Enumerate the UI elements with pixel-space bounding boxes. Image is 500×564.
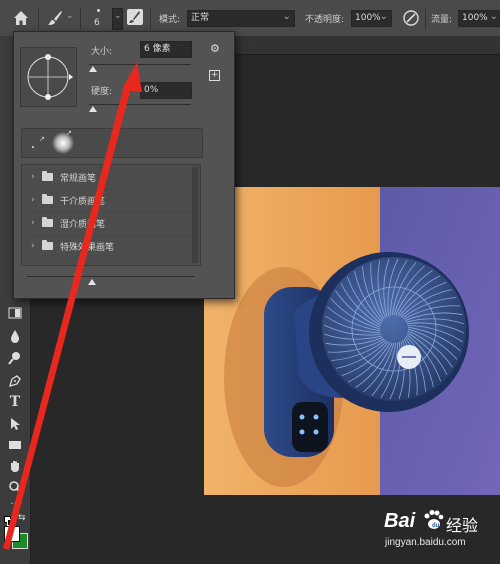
canvas-image <box>204 187 500 495</box>
folder-icon <box>42 194 53 204</box>
folder-label: 特殊效果画笔 <box>60 243 115 253</box>
path-selection-tool-icon[interactable] <box>7 417 23 433</box>
mode-select-value: 正常 <box>191 13 210 23</box>
folder-list-scrollbar[interactable] <box>192 167 198 263</box>
zoom-tool-icon[interactable] <box>7 480 23 496</box>
pen-tool-icon[interactable] <box>7 374 23 390</box>
more-tools-icon[interactable]: ··· <box>7 497 23 513</box>
hand-tool-icon[interactable] <box>7 459 23 475</box>
home-icon[interactable] <box>12 9 30 27</box>
recent-brushes-strip: ↗ ↗ <box>21 128 203 158</box>
folder-icon <box>42 240 53 250</box>
brush-folder-item[interactable]: › 常规画笔 <box>29 167 194 190</box>
blur-tool-icon[interactable] <box>7 329 23 345</box>
recent-brush-hard[interactable]: ↗ <box>28 135 46 153</box>
brush-tool-icon[interactable] <box>46 9 64 27</box>
brush-preset-panel: 大小: 6 像素 ⚙ + 硬度: 0% ↗ ↗ › 常规画笔 › 干介质画笔 › <box>13 31 235 299</box>
brush-folder-item[interactable]: › 湿介质画笔 <box>29 213 194 236</box>
rectangle-tool-icon[interactable] <box>7 438 23 454</box>
pressure-opacity-icon[interactable] <box>402 9 420 27</box>
chevron-right-icon[interactable]: › <box>31 172 35 182</box>
preview-size-slider-track[interactable] <box>27 276 195 277</box>
toggle-brush-settings-icon[interactable] <box>127 9 143 25</box>
brush-tip-preview <box>97 9 100 12</box>
hardness-value: 0% <box>144 85 159 95</box>
paw-icon: du <box>422 509 444 531</box>
mode-select[interactable]: 正常 <box>187 9 295 27</box>
chevron-right-icon[interactable]: › <box>31 195 35 205</box>
brush-folder-list: › 常规画笔 › 干介质画笔 › 湿介质画笔 › 特殊效果画笔 <box>21 164 201 266</box>
opacity-field[interactable]: 100% <box>351 9 392 27</box>
folder-label: 干介质画笔 <box>60 197 106 207</box>
folder-icon <box>42 171 53 181</box>
type-tool-icon[interactable]: T <box>7 394 23 410</box>
dodge-tool-icon[interactable] <box>7 351 23 367</box>
brush-folder-item[interactable]: › 特殊效果画笔 <box>29 236 194 258</box>
size-slider-thumb[interactable] <box>89 66 97 72</box>
swap-colors-icon[interactable]: ⇆ <box>18 513 26 523</box>
brush-preset-dropdown-button[interactable]: ⌄ <box>112 8 123 30</box>
watermark-logo-text-jingyan: 经验 <box>446 516 479 535</box>
flow-label: 流量: <box>431 15 453 25</box>
chevron-down-icon[interactable]: ⌄ <box>66 11 74 21</box>
size-value: 6 像素 <box>144 44 171 54</box>
chevron-right-icon[interactable]: › <box>31 218 35 228</box>
svg-text:du: du <box>432 523 440 529</box>
new-preset-icon[interactable]: + <box>209 70 220 81</box>
hardness-field[interactable]: 0% <box>140 82 192 99</box>
folder-label: 湿介质画笔 <box>60 220 106 230</box>
opacity-value: 100% <box>355 13 381 23</box>
flow-field[interactable]: 100% <box>458 9 500 27</box>
hardness-slider-track[interactable] <box>89 104 191 105</box>
preview-size-slider-thumb[interactable] <box>88 279 96 285</box>
default-colors-icon[interactable] <box>4 516 14 526</box>
mode-label: 模式: <box>159 15 181 25</box>
watermark-logo-text: Bai <box>384 510 416 532</box>
brush-preset-picker[interactable]: 6 <box>88 4 110 32</box>
gradient-tool-icon[interactable] <box>7 306 23 322</box>
watermark-url: jingyan.baidu.com <box>385 537 466 548</box>
brush-size-value: 6 <box>94 18 100 28</box>
size-field[interactable]: 6 像素 <box>140 41 192 58</box>
folder-icon <box>42 217 53 227</box>
chevron-down-icon: ⌄ <box>114 11 122 21</box>
size-label: 大小: <box>91 47 113 57</box>
hardness-slider-thumb[interactable] <box>89 106 97 112</box>
flow-value: 100% <box>462 13 488 23</box>
opacity-label: 不透明度: <box>305 15 345 25</box>
recent-brush-soft[interactable]: ↗ <box>52 129 74 154</box>
brush-angle-preview[interactable] <box>20 47 77 107</box>
chevron-right-icon[interactable]: › <box>31 241 35 251</box>
hardness-label: 硬度: <box>91 87 113 97</box>
folder-label: 常规画笔 <box>60 174 97 184</box>
brush-folder-item[interactable]: › 干介质画笔 <box>29 190 194 213</box>
foreground-color-swatch[interactable] <box>4 526 20 542</box>
gear-icon[interactable]: ⚙ <box>210 42 220 55</box>
baidu-jingyan-logo: Bai du 经验 <box>382 508 492 538</box>
size-slider-track[interactable] <box>89 64 191 65</box>
